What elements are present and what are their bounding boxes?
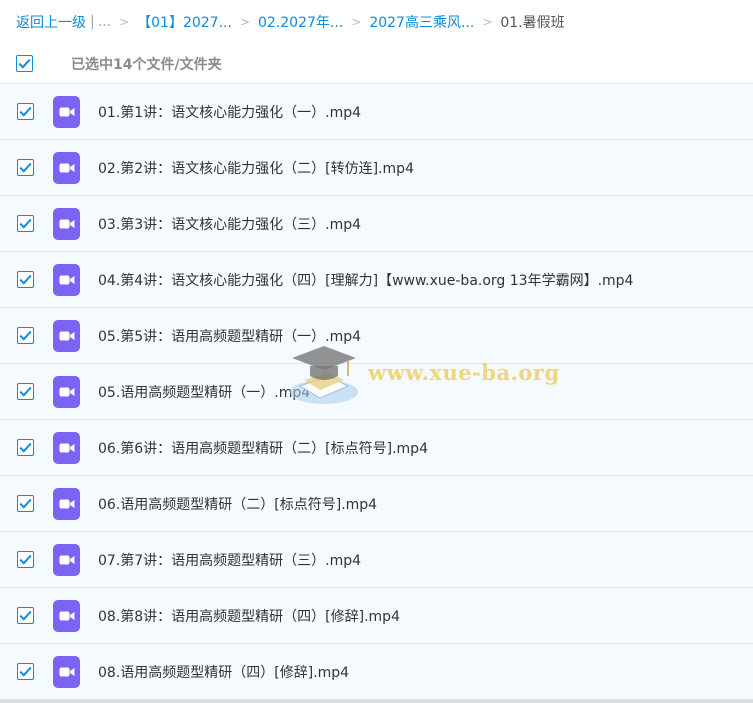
- video-file-icon: [53, 655, 80, 688]
- file-name[interactable]: 02.第2讲：语文核心能力强化（二）[转仿连].mp4: [98, 158, 414, 178]
- video-file-icon: [53, 487, 80, 520]
- video-file-icon: [53, 319, 80, 352]
- file-row[interactable]: 08.语用高频题型精研（四）[修辞].mp4: [0, 644, 753, 700]
- file-row[interactable]: 05.第5讲：语用高频题型精研（一）.mp4: [0, 308, 753, 364]
- file-name[interactable]: 06.语用高频题型精研（二）[标点符号].mp4: [98, 494, 377, 514]
- file-row[interactable]: 08.第8讲：语用高频题型精研（四）[修辞].mp4: [0, 588, 753, 644]
- chevron-right-icon: >: [119, 15, 130, 29]
- file-name[interactable]: 08.语用高频题型精研（四）[修辞].mp4: [98, 662, 349, 682]
- file-row[interactable]: 06.语用高频题型精研（二）[标点符号].mp4: [0, 476, 753, 532]
- file-name[interactable]: 05.第5讲：语用高频题型精研（一）.mp4: [98, 326, 361, 346]
- breadcrumb: 返回上一级 | ... > 【01】2027... > 02.2027年... …: [0, 0, 753, 44]
- file-checkbox[interactable]: [17, 383, 34, 400]
- file-row[interactable]: 05.语用高频题型精研（一）.mp4: [0, 364, 753, 420]
- file-name[interactable]: 03.第3讲：语文核心能力强化（三）.mp4: [98, 214, 361, 234]
- bottom-border: [0, 699, 753, 703]
- file-checkbox[interactable]: [17, 271, 34, 288]
- file-checkbox[interactable]: [17, 439, 34, 456]
- check-icon: [19, 498, 32, 509]
- breadcrumb-ellipsis[interactable]: ...: [98, 14, 111, 30]
- file-checkbox[interactable]: [17, 327, 34, 344]
- video-file-icon: [53, 151, 80, 184]
- breadcrumb-item-year[interactable]: 02.2027年...: [258, 12, 343, 32]
- check-icon: [19, 610, 32, 621]
- video-camera-icon: [59, 555, 74, 564]
- chevron-right-icon: >: [239, 15, 250, 29]
- file-row[interactable]: 04.第4讲：语文核心能力强化（四）[理解力]【www.xue-ba.org 1…: [0, 252, 753, 308]
- video-file-icon: [53, 431, 80, 464]
- video-camera-icon: [59, 443, 74, 452]
- video-camera-icon: [59, 163, 74, 172]
- chevron-right-icon: >: [482, 15, 493, 29]
- file-row[interactable]: 07.第7讲：语用高频题型精研（三）.mp4: [0, 532, 753, 588]
- check-icon: [18, 58, 31, 69]
- check-icon: [19, 218, 32, 229]
- video-camera-icon: [59, 219, 74, 228]
- video-camera-icon: [59, 499, 74, 508]
- file-row[interactable]: 02.第2讲：语文核心能力强化（二）[转仿连].mp4: [0, 140, 753, 196]
- file-checkbox[interactable]: [17, 159, 34, 176]
- check-icon: [19, 554, 32, 565]
- breadcrumb-item-class[interactable]: 2027高三乘风...: [369, 12, 474, 32]
- file-checkbox[interactable]: [17, 103, 34, 120]
- check-icon: [19, 274, 32, 285]
- video-file-icon: [53, 95, 80, 128]
- breadcrumb-item-course[interactable]: 【01】2027...: [137, 12, 232, 32]
- file-name[interactable]: 07.第7讲：语用高频题型精研（三）.mp4: [98, 550, 361, 570]
- video-file-icon: [53, 207, 80, 240]
- video-camera-icon: [59, 275, 74, 284]
- file-row[interactable]: 06.第6讲：语用高频题型精研（二）[标点符号].mp4: [0, 420, 753, 476]
- file-name[interactable]: 01.第1讲：语文核心能力强化（一）.mp4: [98, 102, 361, 122]
- file-checkbox[interactable]: [17, 663, 34, 680]
- video-camera-icon: [59, 667, 74, 676]
- file-checkbox[interactable]: [17, 215, 34, 232]
- video-camera-icon: [59, 387, 74, 396]
- file-row[interactable]: 01.第1讲：语文核心能力强化（一）.mp4: [0, 84, 753, 140]
- video-camera-icon: [59, 611, 74, 620]
- video-file-icon: [53, 375, 80, 408]
- file-checkbox[interactable]: [17, 607, 34, 624]
- breadcrumb-separator: |: [90, 14, 95, 30]
- selection-bar: 已选中14个文件/文件夹: [0, 44, 753, 84]
- chevron-right-icon: >: [351, 15, 362, 29]
- back-link[interactable]: 返回上一级: [16, 12, 86, 32]
- breadcrumb-current: 01.暑假班: [500, 15, 565, 31]
- check-icon: [19, 386, 32, 397]
- check-icon: [19, 162, 32, 173]
- select-all-checkbox[interactable]: [16, 55, 33, 72]
- file-name[interactable]: 05.语用高频题型精研（一）.mp4: [98, 382, 310, 402]
- video-file-icon: [53, 543, 80, 576]
- check-icon: [19, 330, 32, 341]
- video-file-icon: [53, 263, 80, 296]
- video-camera-icon: [59, 331, 74, 340]
- check-icon: [19, 106, 32, 117]
- file-row[interactable]: 03.第3讲：语文核心能力强化（三）.mp4: [0, 196, 753, 252]
- file-name[interactable]: 04.第4讲：语文核心能力强化（四）[理解力]【www.xue-ba.org 1…: [98, 270, 633, 290]
- check-icon: [19, 442, 32, 453]
- file-name[interactable]: 06.第6讲：语用高频题型精研（二）[标点符号].mp4: [98, 438, 428, 458]
- video-camera-icon: [59, 107, 74, 116]
- file-list: 01.第1讲：语文核心能力强化（一）.mp4 02.第2讲：语文核心能力强化（二）…: [0, 84, 753, 700]
- video-file-icon: [53, 599, 80, 632]
- file-checkbox[interactable]: [17, 551, 34, 568]
- selection-count-label: 已选中14个文件/文件夹: [71, 56, 222, 73]
- file-checkbox[interactable]: [17, 495, 34, 512]
- file-name[interactable]: 08.第8讲：语用高频题型精研（四）[修辞].mp4: [98, 606, 400, 626]
- check-icon: [19, 666, 32, 677]
